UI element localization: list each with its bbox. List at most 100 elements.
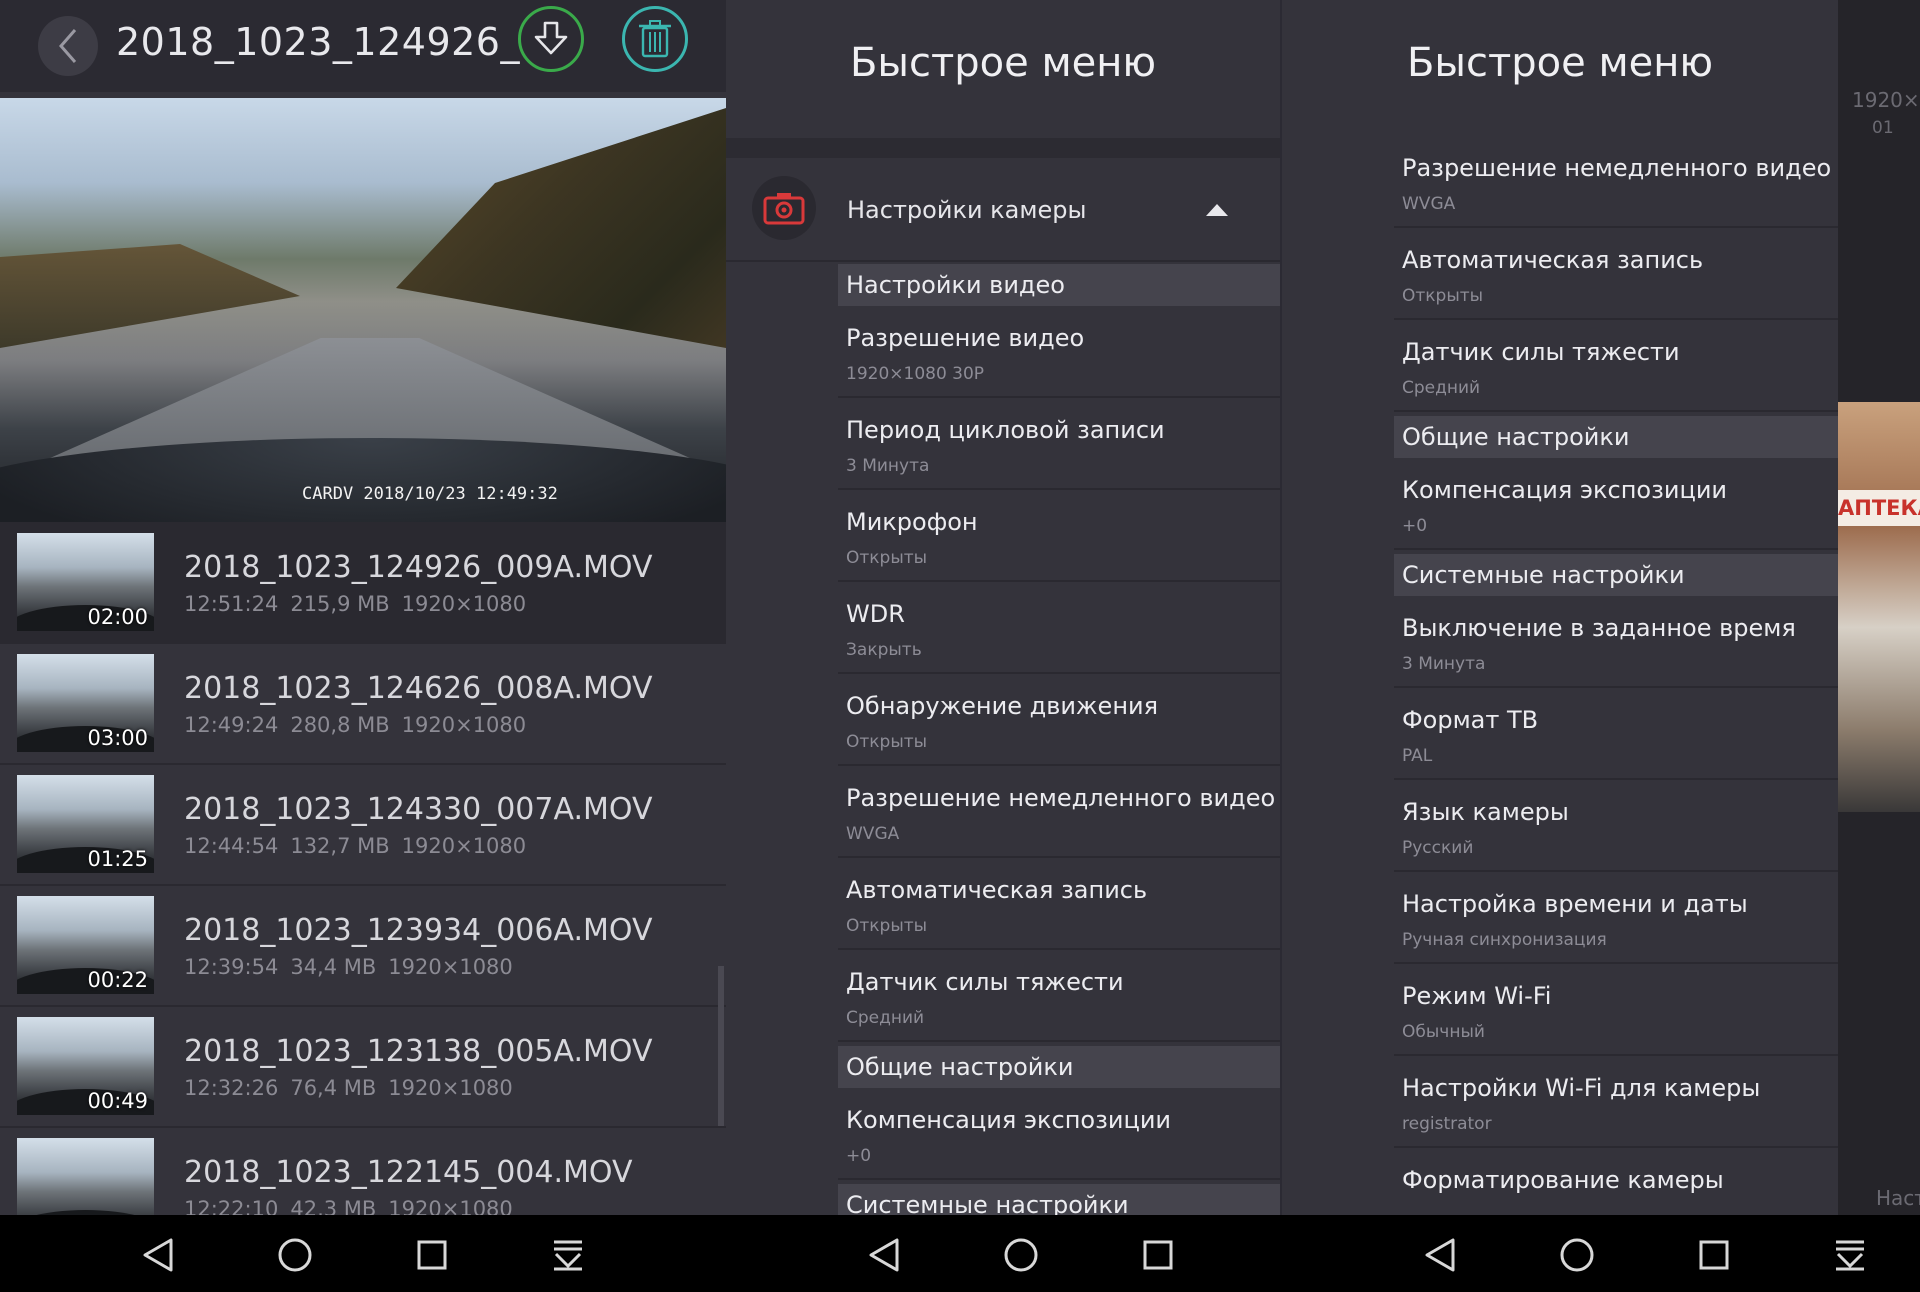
file-resolution: 1920×1080 — [401, 834, 527, 858]
settings-item[interactable]: Разрешение видео 1920×1080 30P — [838, 306, 1280, 398]
settings-item-label: Обнаружение движения — [846, 692, 1159, 720]
settings-item-value: Закрыть — [846, 640, 922, 660]
duration-label: 01:25 — [87, 847, 148, 871]
nav-pulldown-icon — [1836, 1240, 1864, 1271]
settings-item[interactable]: Автоматическая запись Открыты — [1394, 228, 1838, 320]
nav-pulldown-button[interactable] — [548, 1235, 588, 1275]
quick-menu-left: Быстрое меню Настройки камеры Настройки … — [726, 0, 1280, 1215]
list-item[interactable]: 03:00 2018_1023_124626_008A.MOV 12:49:24 28… — [0, 643, 726, 765]
nav-home-icon — [1560, 1238, 1594, 1272]
file-meta: 12:22:10 42,3 MB 1920×1080 — [184, 1197, 513, 1215]
video-timestamp: CARDV 2018/10/23 12:49:32 — [302, 484, 558, 504]
nav-back-icon — [1425, 1238, 1455, 1272]
settings-item-label: Формат ТВ — [1402, 706, 1539, 734]
list-item[interactable]: 02:00 2018_1023_124926_009A.MOV 12:51:24 21… — [0, 522, 726, 644]
settings-item-label: Разрешение видео — [846, 324, 1085, 352]
nav-back-icon — [869, 1238, 899, 1272]
settings-item[interactable]: Язык камеры Русский — [1394, 780, 1838, 872]
gallery-header: 2018_1023_124926_0 — [0, 0, 726, 92]
list-item[interactable]: 01:25 2018_1023_124330_007A.MOV 12:44:54 13… — [0, 764, 726, 886]
settings-item-label: Разрешение немедленного видео — [1402, 154, 1832, 182]
file-name: 2018_1023_123138_005A.MOV — [184, 1034, 653, 1069]
settings-item-label: Настройки Wi-Fi для камеры — [1402, 1074, 1761, 1102]
settings-item[interactable]: Компенсация экспозиции +0 — [838, 1088, 1280, 1180]
settings-item[interactable]: WDR Закрыть — [838, 582, 1280, 674]
settings-item-value: +0 — [846, 1146, 872, 1166]
settings-item[interactable]: Датчик силы тяжести Средний — [1394, 320, 1838, 412]
settings-item[interactable]: Форматирование камеры — [1394, 1148, 1838, 1215]
nav-home-button[interactable] — [275, 1235, 315, 1275]
settings-item-label: Выключение в заданное время — [1402, 614, 1796, 642]
settings-item[interactable]: Разрешение немедленного видео WVGA — [1394, 136, 1838, 228]
file-time: 12:22:10 — [184, 1197, 279, 1215]
menu-title: Быстрое меню — [1406, 40, 1714, 86]
nav-back-icon — [143, 1238, 173, 1272]
file-name: 2018_1023_123934_006A.MOV — [184, 913, 653, 948]
settings-item-value: Обычный — [1402, 1022, 1485, 1042]
settings-item-label: Автоматическая запись — [846, 876, 1148, 904]
file-meta: 12:32:26 76,4 MB 1920×1080 — [184, 1076, 513, 1100]
nav-pulldown-icon — [554, 1240, 582, 1271]
settings-item[interactable]: Компенсация экспозиции +0 — [1394, 458, 1838, 550]
file-resolution: 1920×1080 — [388, 955, 513, 979]
camera-icon — [752, 176, 816, 240]
duration-label: 02:00 — [87, 605, 148, 629]
settings-item-value: Открыты — [846, 732, 928, 752]
settings-item-value: 3 Минута — [846, 456, 930, 476]
quick-menu-right: Быстрое меню Разрешение немедленного вид… — [1282, 0, 1838, 1215]
nav-segment-3 — [1282, 1215, 1920, 1292]
file-time: 12:32:26 — [184, 1076, 279, 1100]
list-item[interactable]: 00:49 2018_1023_123138_005A.MOV 12:32:26 76… — [0, 1006, 726, 1128]
list-item[interactable]: 2018_1023_122145_004.MOV 12:22:10 42,3 MB 1… — [0, 1127, 726, 1215]
download-button[interactable] — [518, 6, 584, 72]
settings-item-label: Датчик силы тяжести — [1402, 338, 1680, 366]
file-size: 280,8 MB — [290, 713, 390, 737]
settings-item[interactable]: Обнаружение движения Открыты — [838, 674, 1280, 766]
nav-recents-button[interactable] — [1694, 1235, 1734, 1275]
section-header: Общие настройки — [1394, 416, 1838, 458]
settings-item[interactable]: Микрофон Открыты — [838, 490, 1280, 582]
shop-sign: АПТЕКА — [1838, 490, 1920, 526]
camera-settings-toggle[interactable]: Настройки камеры — [726, 158, 1280, 262]
settings-item-label: Период цикловой записи — [846, 416, 1165, 444]
settings-item[interactable]: Режим Wi-Fi Обычный — [1394, 964, 1838, 1056]
settings-item[interactable]: Формат ТВ PAL — [1394, 688, 1838, 780]
nav-recents-button[interactable] — [412, 1235, 452, 1275]
nav-home-button[interactable] — [1557, 1235, 1597, 1275]
file-name: 2018_1023_124926_009A.MOV — [184, 550, 653, 585]
nav-recents-button[interactable] — [1138, 1235, 1178, 1275]
file-size: 215,9 MB — [290, 592, 390, 616]
settings-item[interactable]: Настройка времени и даты Ручная синхрониз… — [1394, 872, 1838, 964]
delete-button[interactable] — [622, 6, 688, 72]
section-header: Системные настройки — [838, 1184, 1280, 1215]
settings-item[interactable]: Период цикловой записи 3 Минута — [838, 398, 1280, 490]
settings-item[interactable]: Автоматическая запись Открыты — [838, 858, 1280, 950]
section-header: Настройки видео — [838, 264, 1280, 306]
nav-back-button[interactable] — [864, 1235, 904, 1275]
video-thumbnail — [17, 1138, 154, 1215]
settings-item[interactable]: Разрешение немедленного видео WVGA — [838, 766, 1280, 858]
nav-home-button[interactable] — [1001, 1235, 1041, 1275]
trash-icon — [639, 20, 671, 58]
nav-back-button[interactable] — [1420, 1235, 1460, 1275]
settings-item[interactable]: Датчик силы тяжести Средний — [838, 950, 1280, 1042]
list-item[interactable]: 00:22 2018_1023_123934_006A.MOV 12:39:54 34… — [0, 885, 726, 1007]
resolution-text: 1920× — [1852, 88, 1920, 112]
menu-title: Быстрое меню — [849, 40, 1157, 86]
settings-item-label: Форматирование камеры — [1402, 1166, 1724, 1194]
nav-back-button[interactable] — [138, 1235, 178, 1275]
nav-pulldown-button[interactable] — [1830, 1235, 1870, 1275]
video-preview[interactable]: CARDV 2018/10/23 12:49:32 — [0, 98, 726, 522]
duration-label: 00:22 — [87, 968, 148, 992]
video-thumbnail: 00:49 — [17, 1017, 154, 1115]
file-title: 2018_1023_124926_0 — [116, 20, 545, 64]
file-list-scrollbar[interactable] — [718, 966, 724, 1126]
file-size: 132,7 MB — [290, 834, 390, 858]
download-icon — [534, 21, 568, 55]
settings-item[interactable]: Выключение в заданное время 3 Минута — [1394, 596, 1838, 688]
settings-item-value: Открыты — [846, 916, 928, 936]
settings-item[interactable]: Настройки Wi-Fi для камеры registrator — [1394, 1056, 1838, 1148]
file-meta: 12:51:24 215,9 MB 1920×1080 — [184, 592, 526, 616]
back-button[interactable] — [38, 16, 98, 76]
duration-label: 00:49 — [87, 1089, 148, 1113]
